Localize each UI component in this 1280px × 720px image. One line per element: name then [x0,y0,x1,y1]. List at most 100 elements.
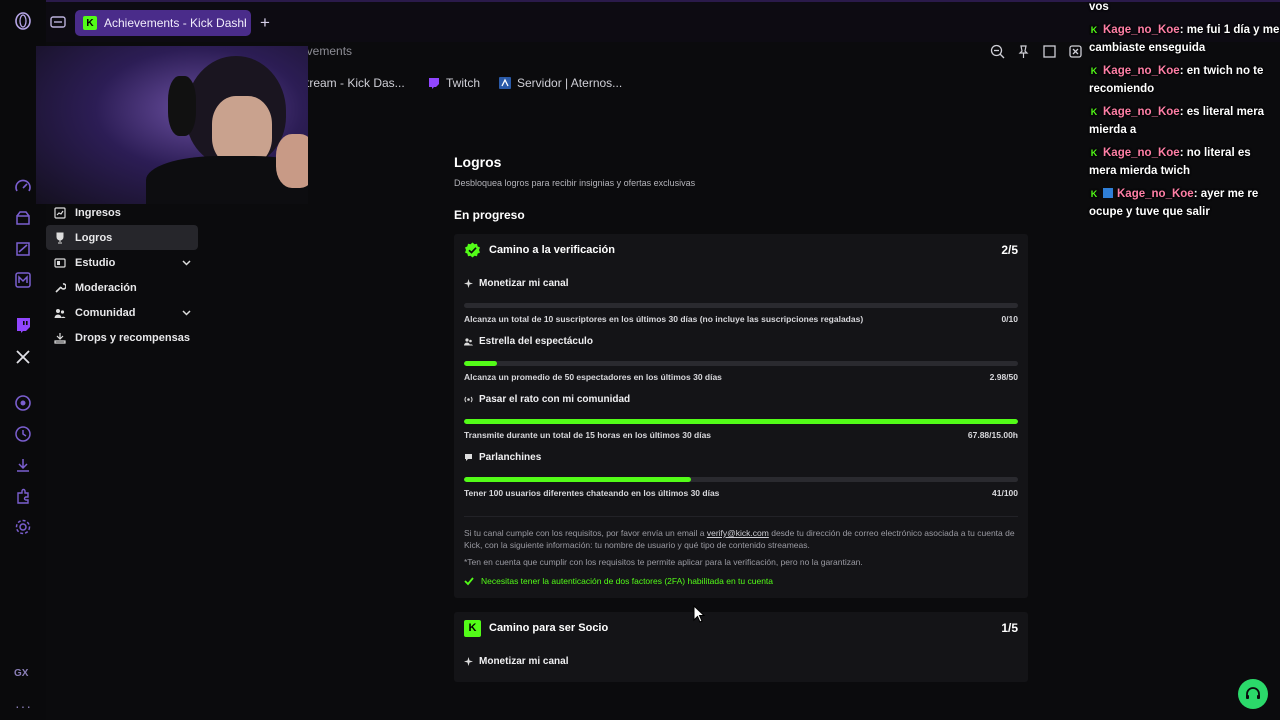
support-chat-button[interactable] [1238,679,1268,709]
extensions-icon[interactable] [14,487,32,505]
news-icon[interactable] [14,240,32,258]
browser-toolbar-icons [990,44,1083,59]
chat-message: K Kage_no_Koe: no literal es mera mierda … [1089,144,1280,180]
m-app-icon[interactable] [14,271,32,289]
x-twitter-icon[interactable] [14,348,32,366]
kick-badge-icon: K [1089,189,1099,199]
achievement-card-partner: K Camino para ser Socio 1/5 Monetizar mi… [454,612,1028,682]
achievements-page: Logros Desbloquea logros para recibir in… [454,150,1028,682]
page-subtitle: Desbloquea logros para recibir insignias… [454,178,696,188]
sidebar-item-label: Comunidad [75,306,136,319]
speed-dial-icon[interactable] [14,178,32,196]
achievement-item: Parlanchines Tener 100 usuarios diferent… [464,440,1018,498]
bookmark-label: Twitch [446,76,481,90]
wrench-icon [54,282,66,294]
download-icon[interactable] [14,456,32,474]
bookmark-label: tream - Kick Das... [306,76,405,90]
sidebar-item-comunidad[interactable]: Comunidad [46,300,198,325]
trophy-icon [54,232,66,244]
settings-gear-icon[interactable] [14,518,32,536]
mouse-cursor-icon [693,605,705,623]
bookmark-kick-stream[interactable]: tream - Kick Das... [306,76,405,90]
history-icon[interactable] [14,425,32,443]
sidebar-item-estudio[interactable]: Estudio [46,250,198,275]
sparkle-icon [464,656,473,666]
sidebar-item-logros[interactable]: Logros [46,225,198,250]
new-tab-button[interactable]: + [260,13,270,33]
achievement-title: Monetizar mi canal [479,655,569,667]
more-dots-icon[interactable]: ··· [15,698,32,714]
kick-badge-icon: K [1089,107,1099,117]
2fa-requirement: Necesitas tener la autenticación de dos … [464,576,1018,598]
chevron-down-icon[interactable] [181,257,192,268]
achievement-description: Alcanza un promedio de 50 espectadores e… [464,372,722,382]
progress-bar [464,303,1018,308]
progress-bar [464,477,1018,482]
bookmark-aternos[interactable]: Servidor | Aternos... [499,76,622,90]
aternos-icon [499,77,511,89]
twitch-icon[interactable] [14,316,32,334]
page-title: Logros [454,154,502,170]
sidebar-item-drops[interactable]: Drops y recompensas [46,325,198,350]
card-progress-count: 2/5 [1001,243,1018,257]
store-icon[interactable] [14,209,32,227]
zoom-out-icon[interactable] [990,44,1005,59]
opera-logo-icon[interactable] [14,12,32,30]
studio-icon [54,257,66,269]
achievement-title: Estrella del espectáculo [479,335,593,347]
section-heading: En progreso [454,208,525,222]
card-title: Camino para ser Socio [489,622,609,634]
sidebar-item-moderacion[interactable]: Moderación [46,275,198,300]
achievement-value: 41/100 [992,488,1018,498]
progress-bar [464,361,1018,366]
tab-achievements[interactable]: K Achievements - Kick Dashb [75,10,251,36]
chat-text: vos [1089,1,1109,13]
tab-menu-icon[interactable] [50,15,66,29]
2fa-requirement-text: Necesitas tener la autenticación de dos … [481,576,774,586]
snapshot-icon[interactable] [1042,44,1057,59]
viewers-icon [464,337,473,346]
headset-icon [1246,687,1260,699]
chat-username: Kage_no_Koe [1117,188,1194,200]
chat-message: K Kage_no_Koe: es literal mera mierda a [1089,103,1280,139]
bookmark-label: Servidor | Aternos... [517,76,623,90]
achievement-title: Parlanchines [479,451,542,463]
sidebar-item-label: Drops y recompensas [75,331,190,344]
subscriber-badge-icon [1103,188,1113,198]
kick-badge-icon: K [1089,25,1099,35]
chat-message: K Kage_no_Koe: en twich no te recomiendo [1089,62,1280,98]
achievement-item: Pasar el rato con mi comunidad Transmite… [464,382,1018,440]
chat-username: Kage_no_Koe [1103,147,1180,159]
chat-username: Kage_no_Koe [1103,65,1180,77]
email-link[interactable]: verify@kick.com [707,528,769,538]
achievement-title: Pasar el rato con mi comunidad [479,393,631,405]
webcam-overlay [36,46,308,204]
broadcast-icon [464,395,473,404]
chat-username: Kage_no_Koe [1103,24,1180,36]
tab-title: Achievements - Kick Dashb [104,16,246,30]
bookmark-twitch[interactable]: Twitch [428,76,480,90]
chat-bubble-icon [464,453,473,462]
card-header[interactable]: K Camino para ser Socio 1/5 [464,612,1018,644]
achievement-item: Monetizar mi canal [464,644,1018,668]
kick-logo-icon: K [464,619,481,637]
chevron-down-icon[interactable] [181,307,192,318]
block-icon[interactable] [1068,44,1083,59]
sidebar-item-label: Logros [75,231,113,244]
music-player-icon[interactable] [14,394,32,412]
checkmark-icon [464,577,474,586]
sidebar-item-ingresos[interactable]: Ingresos [46,200,198,225]
achievement-item: Monetizar mi canal Alcanza un total de 1… [464,266,1018,324]
verification-note: Si tu canal cumple con los requisitos, p… [464,516,1018,551]
stream-chat-overlay: vos K Kage_no_Koe: me fui 1 día y me camb… [1089,0,1280,221]
card-header[interactable]: Camino a la verificación 2/5 [464,234,1018,266]
verified-badge-icon [464,242,481,259]
pin-icon[interactable] [1016,44,1031,59]
chat-message: K Kage_no_Koe: ayer me re ocupe y tuve qu… [1089,185,1280,221]
chat-username: Kage_no_Koe [1103,106,1180,118]
chat-message: vos [1089,0,1280,16]
gx-label[interactable]: GX [14,668,28,679]
sparkle-icon [464,278,473,288]
achievement-value: 2.98/50 [989,372,1018,382]
progress-bar [464,419,1018,424]
